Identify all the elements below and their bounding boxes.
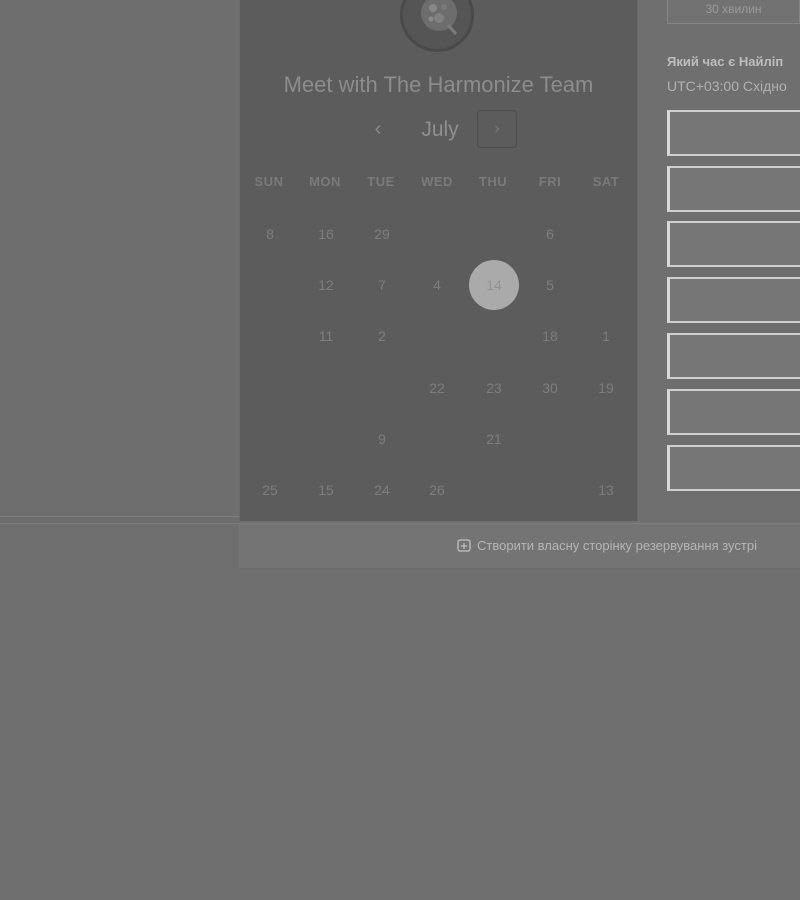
weekday-header: SUN MON TUE WED THU FRI SAT [240, 174, 637, 192]
weekday-wed: WED [421, 174, 453, 189]
calendar-day[interactable]: 12 [301, 260, 351, 310]
calendar-day[interactable]: 25 [245, 465, 295, 515]
timezone-question: Який час є Найліп [667, 54, 784, 69]
calendar-day[interactable]: 23 [469, 363, 519, 413]
calendar-day[interactable]: 19 [581, 363, 631, 413]
calendar-day[interactable]: 24 [357, 465, 407, 515]
month-navigation: ‹ July › [240, 110, 637, 150]
calendar-day[interactable]: 21 [469, 414, 519, 464]
time-slot-button[interactable] [667, 221, 800, 267]
avatar-image [403, 0, 471, 49]
time-panel: 30 хвилин Який час є Найліп UTC+03:00 Сх… [667, 0, 800, 491]
weekday-sat: SAT [592, 174, 620, 189]
calendar-day[interactable]: 8 [245, 209, 295, 259]
footer-bar: Створити власну сторінку резервування зу… [239, 523, 800, 569]
left-panel [0, 0, 239, 524]
create-booking-page-link[interactable]: Створити власну сторінку резервування зу… [457, 532, 800, 560]
time-slot-button[interactable] [667, 166, 800, 212]
calendar-plus-icon [457, 539, 471, 552]
booking-card: Meet with The Harmonize Team ‹ July › SU… [239, 0, 638, 521]
calendar-day[interactable]: 13 [581, 465, 631, 515]
weekday-tue: TUE [367, 174, 395, 189]
timezone-selector[interactable]: UTC+03:00 Східно [667, 78, 800, 94]
weekday-mon: MON [309, 174, 341, 189]
calendar-day[interactable]: 16 [301, 209, 351, 259]
time-slot-button[interactable] [667, 110, 800, 156]
divider [0, 516, 239, 517]
calendar-day[interactable]: 29 [357, 209, 407, 259]
team-avatar [400, 0, 474, 52]
calendar-day[interactable]: 2 [357, 311, 407, 361]
weekday-thu: THU [478, 174, 508, 189]
chevron-left-icon: ‹ [374, 118, 382, 140]
calendar-day[interactable]: 4 [412, 260, 462, 310]
calendar-day[interactable]: 6 [525, 209, 575, 259]
calendar-day[interactable]: 5 [525, 260, 575, 310]
calendar-day[interactable]: 26 [412, 465, 462, 515]
chevron-right-icon: › [494, 120, 500, 137]
time-slot-button[interactable] [667, 277, 800, 323]
time-slot-button[interactable] [667, 333, 800, 379]
calendar-day[interactable]: 11 [301, 311, 351, 361]
calendar-day[interactable]: 9 [357, 414, 407, 464]
month-label: July [421, 118, 459, 141]
prev-month-button[interactable]: ‹ [363, 110, 393, 150]
weekday-fri: FRI [538, 174, 562, 189]
create-booking-page-label: Створити власну сторінку резервування зу… [477, 538, 757, 553]
next-month-button[interactable]: › [477, 110, 517, 148]
weekday-sun: SUN [254, 174, 284, 189]
calendar-day[interactable]: 22 [412, 363, 462, 413]
meeting-title: Meet with The Harmonize Team [283, 72, 594, 97]
calendar-day[interactable]: 1 [581, 311, 631, 361]
calendar-day[interactable]: 18 [525, 311, 575, 361]
calendar-day[interactable]: 15 [301, 465, 351, 515]
time-slot-button[interactable] [667, 389, 800, 435]
calendar-day[interactable]: 7 [357, 260, 407, 310]
calendar-day[interactable]: 30 [525, 363, 575, 413]
time-slot-button[interactable] [667, 445, 800, 491]
selected-day[interactable]: 14 [469, 260, 519, 310]
duration-button[interactable]: 30 хвилин [667, 0, 800, 24]
